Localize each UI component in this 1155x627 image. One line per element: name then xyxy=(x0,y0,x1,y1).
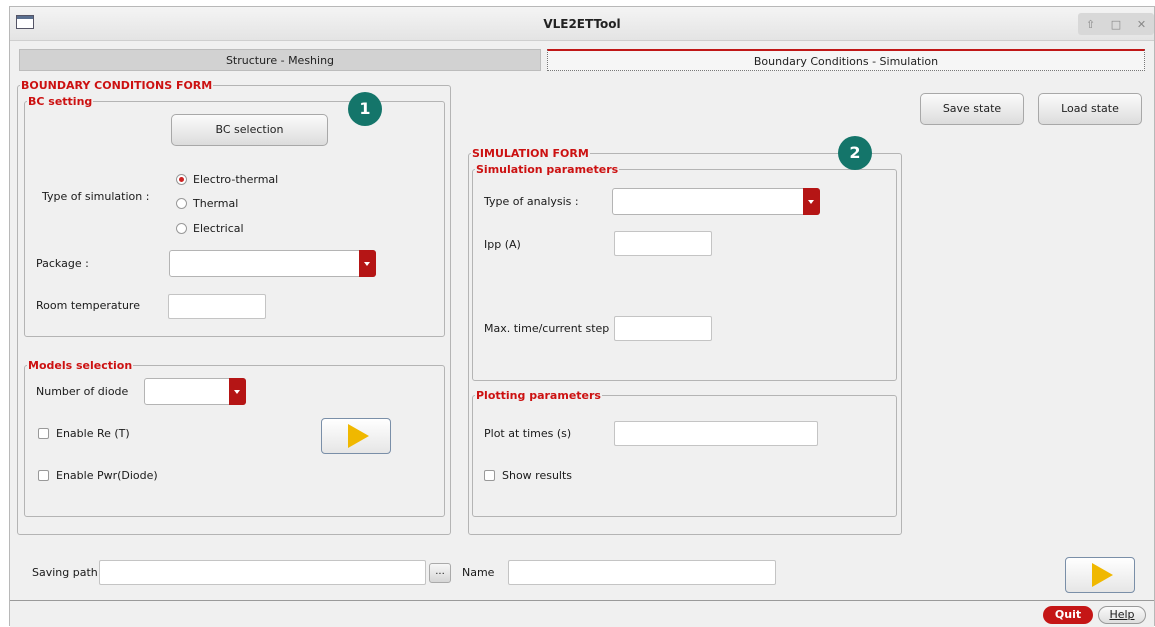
save-state-button[interactable]: Save state xyxy=(920,93,1024,125)
window-controls: ⇧ □ ✕ xyxy=(1078,13,1154,35)
ipp-input[interactable] xyxy=(614,231,712,256)
load-state-button[interactable]: Load state xyxy=(1038,93,1142,125)
play-icon xyxy=(1092,563,1113,587)
close-icon[interactable]: ✕ xyxy=(1137,18,1146,31)
package-select[interactable] xyxy=(169,250,376,277)
simulation-form-title: SIMULATION FORM xyxy=(472,147,589,160)
play-icon xyxy=(348,424,369,448)
plot-times-label: Plot at times (s) xyxy=(484,427,572,440)
window-title: VLE2ETTool xyxy=(543,17,621,31)
simulation-type-label: Type of simulation : xyxy=(42,190,150,203)
tab-boundary-conditions-simulation[interactable]: Boundary Conditions - Simulation xyxy=(547,49,1145,71)
status-bar: Quit Help xyxy=(10,600,1154,627)
step-badge-1: 1 xyxy=(348,92,382,126)
chevron-down-icon[interactable] xyxy=(229,378,246,405)
radio-electro-thermal[interactable] xyxy=(176,174,187,185)
enable-re-checkbox[interactable] xyxy=(38,428,49,439)
saving-path-label: Saving path xyxy=(32,566,98,579)
number-of-diode-label: Number of diode xyxy=(36,385,129,398)
enable-pwr-label: Enable Pwr(Diode) xyxy=(56,469,158,482)
radio-thermal-label: Thermal xyxy=(193,197,239,210)
models-run-button[interactable] xyxy=(321,418,391,454)
run-button[interactable] xyxy=(1065,557,1135,593)
help-button[interactable]: Help xyxy=(1098,606,1146,624)
quit-button[interactable]: Quit xyxy=(1043,606,1093,624)
number-of-diode-select[interactable] xyxy=(144,378,246,405)
enable-re-label: Enable Re (T) xyxy=(56,427,130,440)
tab-bar: Structure - Meshing Boundary Conditions … xyxy=(19,49,1145,71)
step-badge-2: 2 xyxy=(838,136,872,170)
chevron-down-icon[interactable] xyxy=(803,188,820,215)
bc-form-title: BOUNDARY CONDITIONS FORM xyxy=(21,79,213,92)
models-selection-title: Models selection xyxy=(28,359,133,372)
plotting-parameters-group: Plotting parameters xyxy=(472,389,897,517)
tab-structure-meshing[interactable]: Structure - Meshing xyxy=(19,49,541,71)
plotting-parameters-title: Plotting parameters xyxy=(476,389,601,402)
maximize-icon[interactable]: □ xyxy=(1111,18,1121,31)
saving-path-input[interactable] xyxy=(99,560,426,585)
shade-icon[interactable]: ⇧ xyxy=(1086,18,1095,31)
radio-electrical-label: Electrical xyxy=(193,222,244,235)
analysis-type-label: Type of analysis : xyxy=(484,195,579,208)
radio-electrical[interactable] xyxy=(176,223,187,234)
max-step-label: Max. time/current step xyxy=(484,322,610,335)
show-results-label: Show results xyxy=(502,469,573,482)
max-step-input[interactable] xyxy=(614,316,712,341)
room-temperature-label: Room temperature xyxy=(36,299,140,312)
plot-times-input[interactable] xyxy=(614,421,818,446)
browse-button[interactable]: ... xyxy=(429,563,451,583)
room-temperature-input[interactable] xyxy=(168,294,266,319)
package-label: Package : xyxy=(36,257,89,270)
name-input[interactable] xyxy=(508,560,776,585)
ipp-label: Ipp (A) xyxy=(484,238,521,251)
bc-setting-title: BC setting xyxy=(28,95,93,108)
app-window: VLE2ETTool ⇧ □ ✕ Structure - Meshing Bou… xyxy=(9,6,1155,627)
radio-thermal[interactable] xyxy=(176,198,187,209)
help-button-label: Help xyxy=(1109,608,1135,621)
show-results-checkbox[interactable] xyxy=(484,470,495,481)
analysis-type-select[interactable] xyxy=(612,188,820,215)
radio-electro-thermal-label: Electro-thermal xyxy=(193,173,279,186)
title-bar: VLE2ETTool ⇧ □ ✕ xyxy=(10,7,1154,41)
name-label: Name xyxy=(462,566,495,579)
bc-selection-button[interactable]: BC selection xyxy=(171,114,328,146)
chevron-down-icon[interactable] xyxy=(359,250,376,277)
simulation-parameters-title: Simulation parameters xyxy=(476,163,619,176)
enable-pwr-checkbox[interactable] xyxy=(38,470,49,481)
